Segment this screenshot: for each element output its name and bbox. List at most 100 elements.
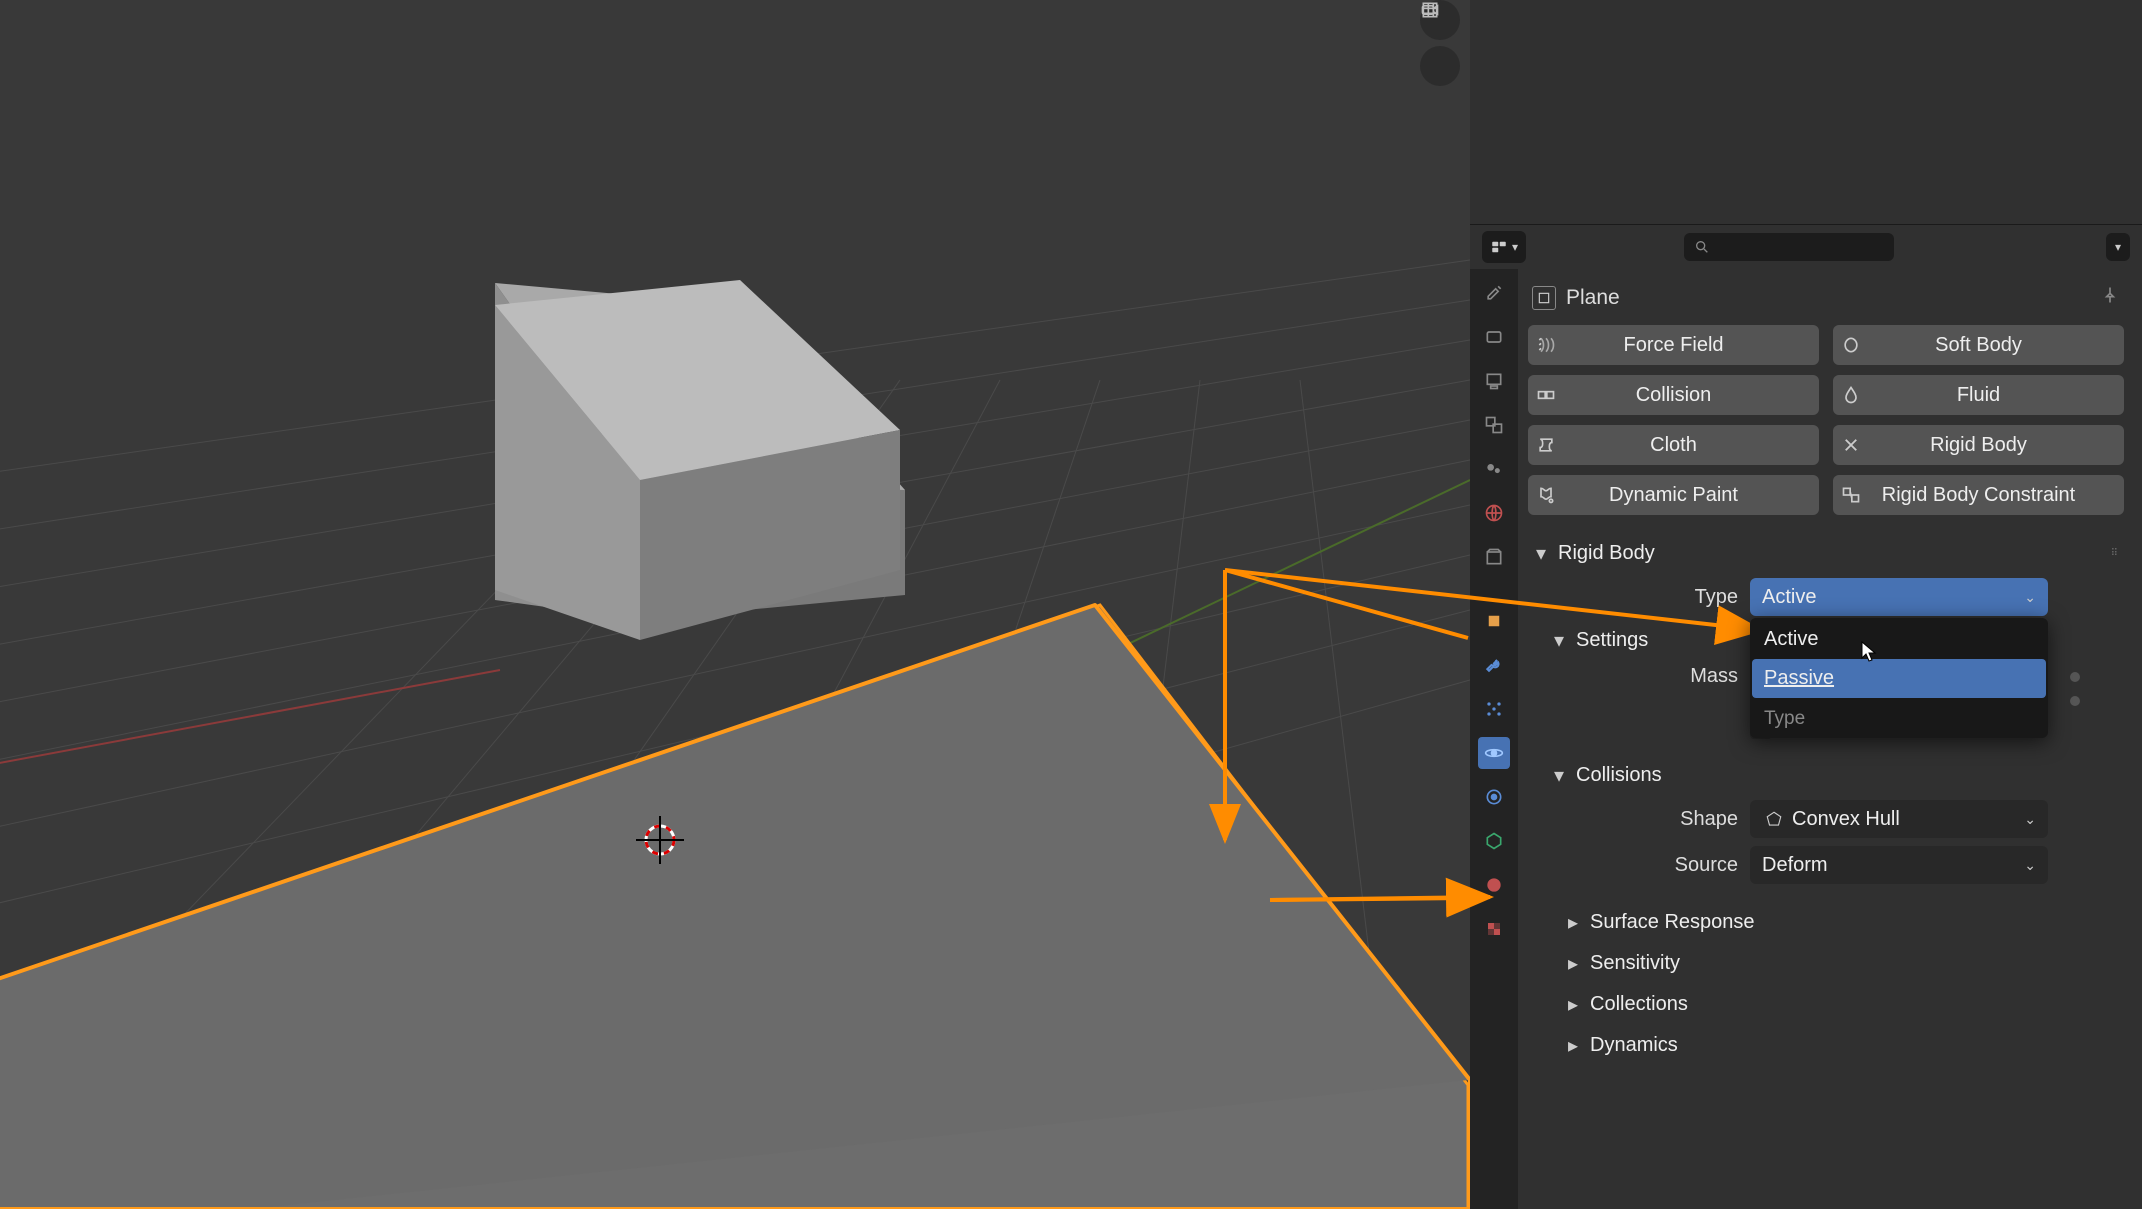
dynamic-paint-icon — [1528, 485, 1564, 505]
properties-panel: Plane Force Field Soft Body Collision — [1518, 269, 2142, 1209]
cloth-icon — [1528, 435, 1564, 455]
type-dropdown[interactable]: Active ⌄ Active Passive Type — [1750, 578, 2048, 616]
tab-world[interactable] — [1478, 497, 1510, 529]
prop-source-row: Source Deform ⌄ — [1528, 842, 2124, 888]
tab-viewlayer[interactable] — [1478, 409, 1510, 441]
pin-icon[interactable] — [2100, 285, 2120, 311]
chevron-down-icon: ▾ — [2115, 240, 2121, 254]
dropdown-item-active[interactable]: Active — [1752, 620, 2046, 659]
chevron-down-icon: ▾ — [1550, 628, 1568, 653]
tab-object[interactable] — [1478, 605, 1510, 637]
label: Collision — [1564, 384, 1819, 407]
constraint-icon — [1833, 485, 1869, 505]
chevron-right-icon: ▸ — [1564, 910, 1582, 935]
tab-physics[interactable] — [1478, 737, 1510, 769]
physics-collision-button[interactable]: Collision — [1528, 375, 1819, 415]
section-sensitivity-header[interactable]: ▸ Sensitivity — [1528, 943, 2124, 984]
type-label: Type — [1528, 586, 1738, 609]
label: Cloth — [1564, 434, 1819, 457]
tab-output[interactable] — [1478, 365, 1510, 397]
fluid-icon — [1833, 385, 1869, 405]
chevron-down-icon: ▾ — [1512, 240, 1518, 254]
dropdown-footer: Type — [1752, 698, 2046, 736]
3d-viewport[interactable] — [0, 0, 1470, 1209]
type-dropdown-menu: Active Passive Type — [1750, 618, 2048, 738]
label: Surface Response — [1590, 911, 1755, 934]
label: Sensitivity — [1590, 952, 1680, 975]
chevron-down-icon: ▾ — [1550, 763, 1568, 788]
properties-tabs — [1470, 269, 1518, 1209]
chevron-down-icon: ⌄ — [2024, 589, 2036, 606]
object-name: Plane — [1566, 286, 1620, 310]
chevron-right-icon: ▸ — [1564, 951, 1582, 976]
section-rigid-body-header[interactable]: ▾ Rigid Body ⠿ — [1528, 533, 2124, 574]
tab-material[interactable] — [1478, 869, 1510, 901]
physics-fluid-button[interactable]: Fluid — [1833, 375, 2124, 415]
search-icon — [1694, 239, 1710, 255]
label: Collisions — [1576, 764, 1662, 787]
properties-region: ▾ ▾ — [1470, 0, 2142, 1209]
physics-cloth-button[interactable]: Cloth — [1528, 425, 1819, 465]
mesh-icon — [1532, 286, 1556, 310]
section-collisions-header[interactable]: ▾ Collisions — [1528, 755, 2124, 796]
chevron-down-icon: ⌄ — [2024, 811, 2036, 828]
section-collections-header[interactable]: ▸ Collections — [1528, 984, 2124, 1025]
tab-texture[interactable] — [1478, 913, 1510, 945]
label: Force Field — [1564, 334, 1819, 357]
prop-shape-row: Shape Convex Hull ⌄ — [1528, 796, 2124, 842]
chevron-down-icon: ⌄ — [2024, 857, 2036, 874]
physics-buttons: Force Field Soft Body Collision Fluid Cl… — [1528, 325, 2124, 515]
physics-force-field-button[interactable]: Force Field — [1528, 325, 1819, 365]
tab-modifiers[interactable] — [1478, 649, 1510, 681]
remove-icon — [1833, 436, 1869, 454]
viewport-scene — [0, 0, 1470, 1209]
mass-label: Mass — [1528, 665, 1738, 688]
section-dynamics-header[interactable]: ▸ Dynamics — [1528, 1025, 2124, 1066]
label: Dynamics — [1590, 1034, 1678, 1057]
prop-type-row: Type Active ⌄ Active Passive Type — [1528, 574, 2124, 620]
section-surface-response-header[interactable]: ▸ Surface Response — [1528, 902, 2124, 943]
shape-label: Shape — [1528, 808, 1738, 831]
label: Collections — [1590, 993, 1688, 1016]
label: Rigid Body — [1869, 434, 2124, 457]
top-editor-area — [1470, 0, 2142, 225]
tab-collection[interactable] — [1478, 541, 1510, 573]
physics-dynamic-paint-button[interactable]: Dynamic Paint — [1528, 475, 1819, 515]
soft-body-icon — [1833, 335, 1869, 355]
tab-scene[interactable] — [1478, 453, 1510, 485]
label: Rigid Body Constraint — [1869, 484, 2124, 507]
object-breadcrumb: Plane — [1528, 279, 2124, 325]
tab-render[interactable] — [1478, 321, 1510, 353]
shape-value: Convex Hull — [1792, 808, 1900, 831]
dropdown-item-passive[interactable]: Passive — [1752, 659, 2046, 698]
tab-constraints[interactable] — [1478, 781, 1510, 813]
source-dropdown[interactable]: Deform ⌄ — [1750, 846, 2048, 884]
label: Rigid Body — [1558, 542, 1655, 565]
label: Fluid — [1869, 384, 2124, 407]
keyframe-dot[interactable] — [2070, 696, 2080, 706]
label: Soft Body — [1869, 334, 2124, 357]
physics-soft-body-button[interactable]: Soft Body — [1833, 325, 2124, 365]
source-value: Deform — [1762, 854, 1828, 877]
tab-data[interactable] — [1478, 825, 1510, 857]
mesh-icon — [1762, 810, 1786, 828]
editor-type-button[interactable]: ▾ — [1482, 231, 1526, 263]
type-value: Active — [1762, 586, 1816, 609]
physics-rigid-body-button[interactable]: Rigid Body — [1833, 425, 2124, 465]
physics-rigid-body-constraint-button[interactable]: Rigid Body Constraint — [1833, 475, 2124, 515]
keyframe-dot[interactable] — [2070, 672, 2080, 682]
chevron-down-icon: ▾ — [1532, 541, 1550, 566]
drag-dots-icon: ⠿ — [2111, 548, 2120, 559]
tab-particles[interactable] — [1478, 693, 1510, 725]
source-label: Source — [1528, 854, 1738, 877]
grid-view-button[interactable] — [1420, 46, 1460, 86]
chevron-right-icon: ▸ — [1564, 1033, 1582, 1058]
shape-dropdown[interactable]: Convex Hull ⌄ — [1750, 800, 2048, 838]
collision-icon — [1528, 385, 1564, 405]
search-input[interactable] — [1684, 233, 1894, 261]
options-button[interactable]: ▾ — [2106, 233, 2130, 261]
chevron-right-icon: ▸ — [1564, 992, 1582, 1017]
tab-tool[interactable] — [1478, 277, 1510, 309]
label: Dynamic Paint — [1564, 484, 1819, 507]
properties-header: ▾ ▾ — [1470, 225, 2142, 269]
